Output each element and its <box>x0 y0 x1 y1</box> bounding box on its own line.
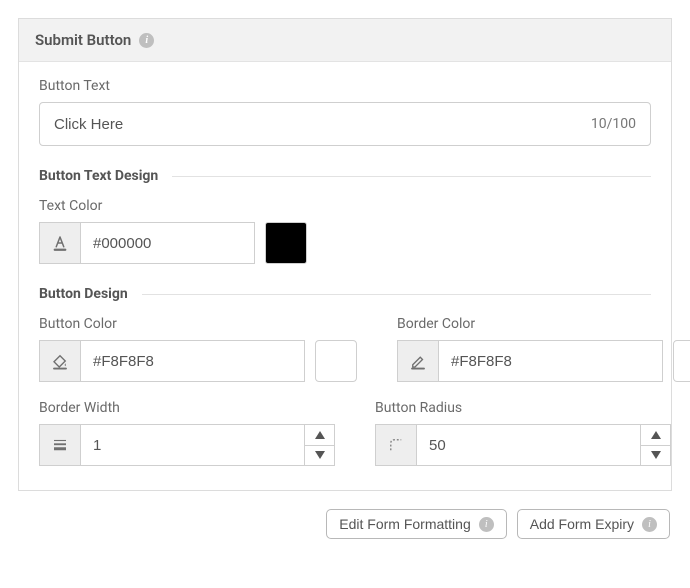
border-color-input[interactable] <box>439 340 663 382</box>
border-width-input[interactable] <box>81 424 305 466</box>
fill-icon <box>39 340 81 382</box>
button-color-label: Button Color <box>39 316 357 332</box>
footer-actions: Edit Form Formatting i Add Form Expiry i <box>0 509 690 555</box>
border-width-label: Border Width <box>39 400 335 416</box>
button-color-input[interactable] <box>81 340 305 382</box>
info-icon[interactable]: i <box>139 33 154 48</box>
button-radius-label: Button Radius <box>375 400 671 416</box>
border-color-label: Border Color <box>397 316 690 332</box>
button-radius-up[interactable] <box>641 425 670 446</box>
button-color-field <box>39 340 305 382</box>
text-color-swatch[interactable] <box>265 222 307 264</box>
button-design-title: Button Design <box>39 286 128 302</box>
add-form-expiry-button[interactable]: Add Form Expiry i <box>517 509 670 539</box>
info-icon: i <box>642 517 657 532</box>
button-radius-down[interactable] <box>641 446 670 466</box>
button-radius-input[interactable] <box>417 424 641 466</box>
panel-body: Button Text 10/100 Button Text Design Te… <box>19 62 671 490</box>
button-design-section-header: Button Design <box>39 286 651 302</box>
border-width-up[interactable] <box>305 425 334 446</box>
info-icon: i <box>479 517 494 532</box>
button-text-field[interactable]: 10/100 <box>39 102 651 146</box>
border-color-swatch[interactable] <box>673 340 690 382</box>
button-radius-stepper <box>641 424 671 466</box>
divider <box>142 294 651 295</box>
text-color-field <box>39 222 255 264</box>
edit-form-formatting-label: Edit Form Formatting <box>339 516 470 532</box>
pencil-icon <box>397 340 439 382</box>
text-color-label: Text Color <box>39 198 651 214</box>
button-text-counter: 10/100 <box>591 116 636 132</box>
border-width-field <box>39 424 335 466</box>
text-design-title: Button Text Design <box>39 168 158 184</box>
button-text-input[interactable] <box>54 116 591 133</box>
panel-header: Submit Button i <box>19 19 671 62</box>
edit-form-formatting-button[interactable]: Edit Form Formatting i <box>326 509 506 539</box>
submit-button-panel: Submit Button i Button Text 10/100 Butto… <box>18 18 672 491</box>
text-color-icon <box>39 222 81 264</box>
text-design-section-header: Button Text Design <box>39 168 651 184</box>
border-width-stepper <box>305 424 335 466</box>
border-color-field <box>397 340 663 382</box>
button-text-label: Button Text <box>39 78 651 94</box>
divider <box>172 176 651 177</box>
border-width-down[interactable] <box>305 446 334 466</box>
line-weight-icon <box>39 424 81 466</box>
button-radius-field <box>375 424 671 466</box>
panel-title: Submit Button <box>35 31 131 49</box>
text-color-input[interactable] <box>81 222 255 264</box>
button-color-swatch[interactable] <box>315 340 357 382</box>
radius-icon <box>375 424 417 466</box>
add-form-expiry-label: Add Form Expiry <box>530 516 634 532</box>
